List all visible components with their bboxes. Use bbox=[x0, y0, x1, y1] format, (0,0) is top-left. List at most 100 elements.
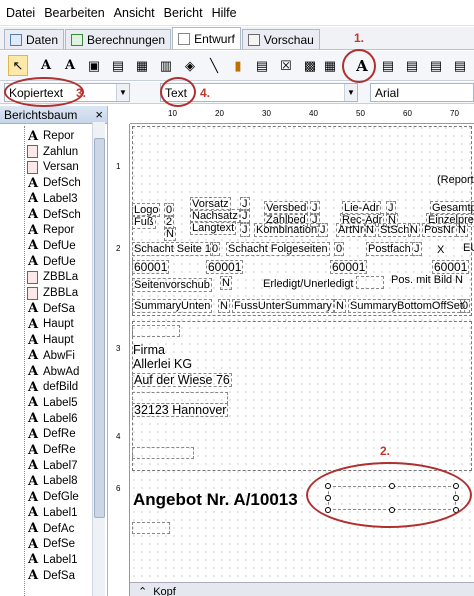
checkbox-icon[interactable]: ☒ bbox=[276, 55, 296, 76]
tree-item[interactable]: A Haupt bbox=[26, 332, 74, 348]
text-bold-icon[interactable]: A bbox=[60, 55, 80, 76]
address-line-2[interactable]: Allerlei KG bbox=[132, 358, 193, 371]
address-line-1[interactable]: Firma bbox=[132, 344, 166, 357]
grid-icon[interactable]: ▩ bbox=[300, 55, 320, 76]
tree-item[interactable]: A AbwFi bbox=[26, 348, 75, 364]
pointer-icon[interactable]: ↖ bbox=[8, 55, 28, 76]
tree-item[interactable]: A Label5 bbox=[26, 395, 78, 411]
close-icon[interactable]: × bbox=[95, 107, 103, 122]
shape-icon[interactable]: ◈ bbox=[180, 55, 200, 76]
seitenvorschub-label[interactable]: Seitenvorschub bbox=[132, 278, 212, 292]
posnr-value[interactable]: N bbox=[456, 223, 468, 237]
summary-unten-value[interactable]: N bbox=[218, 299, 230, 313]
tree-item[interactable]: A DefSch bbox=[26, 207, 81, 223]
tree-item[interactable]: A DefRe bbox=[26, 426, 76, 442]
text-style-4-icon[interactable]: ▤ bbox=[450, 55, 470, 76]
table-icon[interactable]: ▤ bbox=[252, 55, 272, 76]
text-style-2-icon[interactable]: ▤ bbox=[402, 55, 422, 76]
empty-field-3[interactable] bbox=[132, 522, 170, 534]
kombination-label[interactable]: Kombination bbox=[254, 223, 320, 237]
tree-item[interactable]: ZBBLa bbox=[26, 285, 78, 301]
tab-vorschau[interactable]: Vorschau bbox=[241, 29, 320, 49]
erledigt-value[interactable] bbox=[356, 276, 384, 289]
fuss-unter-summary-value[interactable]: N bbox=[334, 299, 346, 313]
tree-item[interactable]: A Label8 bbox=[26, 473, 78, 489]
tree-item[interactable]: A Repor bbox=[26, 128, 74, 144]
summary-unten-label[interactable]: SummaryUnten bbox=[132, 299, 213, 313]
tree-item[interactable]: Zahlun bbox=[26, 144, 78, 160]
chevron-down-icon[interactable]: ▼ bbox=[344, 84, 357, 101]
langtext-value[interactable]: J bbox=[240, 223, 250, 237]
stsch-label[interactable]: StSch bbox=[378, 223, 412, 237]
postfach-value[interactable]: J bbox=[412, 242, 422, 256]
offer-number-field[interactable]: Angebot Nr. A/10013 bbox=[132, 490, 299, 510]
menu-ansicht[interactable]: Ansicht bbox=[114, 6, 155, 20]
image-icon[interactable]: ▣ bbox=[84, 55, 104, 76]
report-name-field[interactable]: (Report bbox=[436, 174, 474, 186]
tree-item[interactable]: A Label1 bbox=[26, 552, 78, 568]
tree-item[interactable]: AdefBild bbox=[26, 379, 78, 395]
schacht-seite-label[interactable]: Schacht Seite 1 bbox=[132, 242, 214, 256]
bars-icon[interactable]: ▮ bbox=[228, 55, 248, 76]
schacht-seite-value[interactable]: 0 bbox=[210, 242, 221, 256]
tree-item[interactable]: A DefUe bbox=[26, 254, 76, 270]
font-combo[interactable]: Arial bbox=[370, 83, 474, 102]
tree-item[interactable]: A Label7 bbox=[26, 458, 78, 474]
tree-item[interactable]: A Repor bbox=[26, 222, 74, 238]
posnr-label[interactable]: PosNr bbox=[422, 223, 457, 237]
menu-bearbeiten[interactable]: Bearbeiten bbox=[44, 6, 104, 20]
number-field-3[interactable]: 60001 bbox=[330, 260, 368, 274]
fuss-label[interactable]: Fuß bbox=[132, 215, 156, 229]
tree-item[interactable]: A DefAc bbox=[26, 521, 74, 537]
chart-icon[interactable]: ▥ bbox=[156, 55, 176, 76]
chevron-down-icon[interactable]: ▼ bbox=[116, 84, 129, 101]
tree-item[interactable]: Versan bbox=[26, 159, 79, 175]
postfach-label[interactable]: Postfach bbox=[366, 242, 413, 256]
tree-item[interactable]: A DefSch bbox=[26, 175, 81, 191]
tab-entwurf[interactable]: Entwurf bbox=[172, 27, 241, 49]
erledigt-label[interactable]: Erledigt/Unerledigt bbox=[262, 278, 355, 290]
eu-label[interactable]: EU bbox=[462, 242, 474, 254]
tab-daten[interactable]: Daten bbox=[4, 29, 65, 49]
summary-bottom-offset-label[interactable]: SummaryBottomOffSet bbox=[348, 299, 465, 313]
tree-item[interactable]: A Label3 bbox=[26, 191, 78, 207]
fuss-unter-summary-label[interactable]: FussUnterSummary bbox=[232, 299, 334, 313]
stsch-value[interactable]: N bbox=[408, 223, 420, 237]
langtext-label[interactable]: Langtext bbox=[190, 221, 237, 235]
menu-hilfe[interactable]: Hilfe bbox=[212, 6, 237, 20]
tree-item[interactable]: A Label6 bbox=[26, 411, 78, 427]
langtext-flag[interactable]: N bbox=[164, 227, 176, 241]
scrollbar-thumb[interactable] bbox=[94, 138, 105, 518]
text-style-icon[interactable]: ▤ bbox=[378, 55, 398, 76]
summary-bottom-offset-value[interactable]: 0 bbox=[460, 299, 471, 313]
line-icon[interactable]: ╲ bbox=[204, 55, 224, 76]
tree-item[interactable]: A Label1 bbox=[26, 505, 78, 521]
seitenvorschub-value[interactable]: N bbox=[220, 276, 232, 290]
address-line-5[interactable]: 32123 Hannover bbox=[132, 403, 229, 417]
number-field-2[interactable]: 60001 bbox=[206, 260, 244, 274]
schacht-folge-label[interactable]: Schacht Folgeseiten bbox=[226, 242, 330, 256]
menu-datei[interactable]: Datei bbox=[6, 6, 35, 20]
empty-field-1[interactable] bbox=[132, 325, 180, 337]
tree-item[interactable]: A DefRe bbox=[26, 442, 76, 458]
tree-item[interactable]: A AbwAd bbox=[26, 364, 79, 380]
scrollbar[interactable] bbox=[92, 122, 105, 596]
table-grid-icon[interactable]: ▦ bbox=[320, 55, 340, 76]
text-style-3-icon[interactable]: ▤ bbox=[426, 55, 446, 76]
address-line-3[interactable]: Auf der Wiese 76 bbox=[132, 373, 232, 387]
tree-item[interactable]: A Haupt bbox=[26, 316, 74, 332]
tree-item[interactable]: A DefSa bbox=[26, 568, 75, 584]
tree-item[interactable]: A DefUe bbox=[26, 238, 76, 254]
barcode-icon[interactable]: ▤ bbox=[108, 55, 128, 76]
tree-item[interactable]: A DefSa bbox=[26, 301, 75, 317]
menu-bericht[interactable]: Bericht bbox=[164, 6, 203, 20]
text-icon[interactable]: A bbox=[36, 55, 56, 76]
artnr-value[interactable]: N bbox=[364, 223, 376, 237]
pos-bild-value[interactable]: N bbox=[454, 274, 464, 286]
tree-item[interactable]: A DefSe bbox=[26, 536, 75, 552]
artnr-label[interactable]: ArtNr bbox=[336, 223, 366, 237]
schacht-folge-value[interactable]: 0 bbox=[334, 242, 345, 256]
kombination-value[interactable]: J bbox=[318, 223, 328, 237]
picture-icon[interactable]: ▦ bbox=[132, 55, 152, 76]
pos-bild-label[interactable]: Pos. mit Bild bbox=[390, 274, 453, 286]
